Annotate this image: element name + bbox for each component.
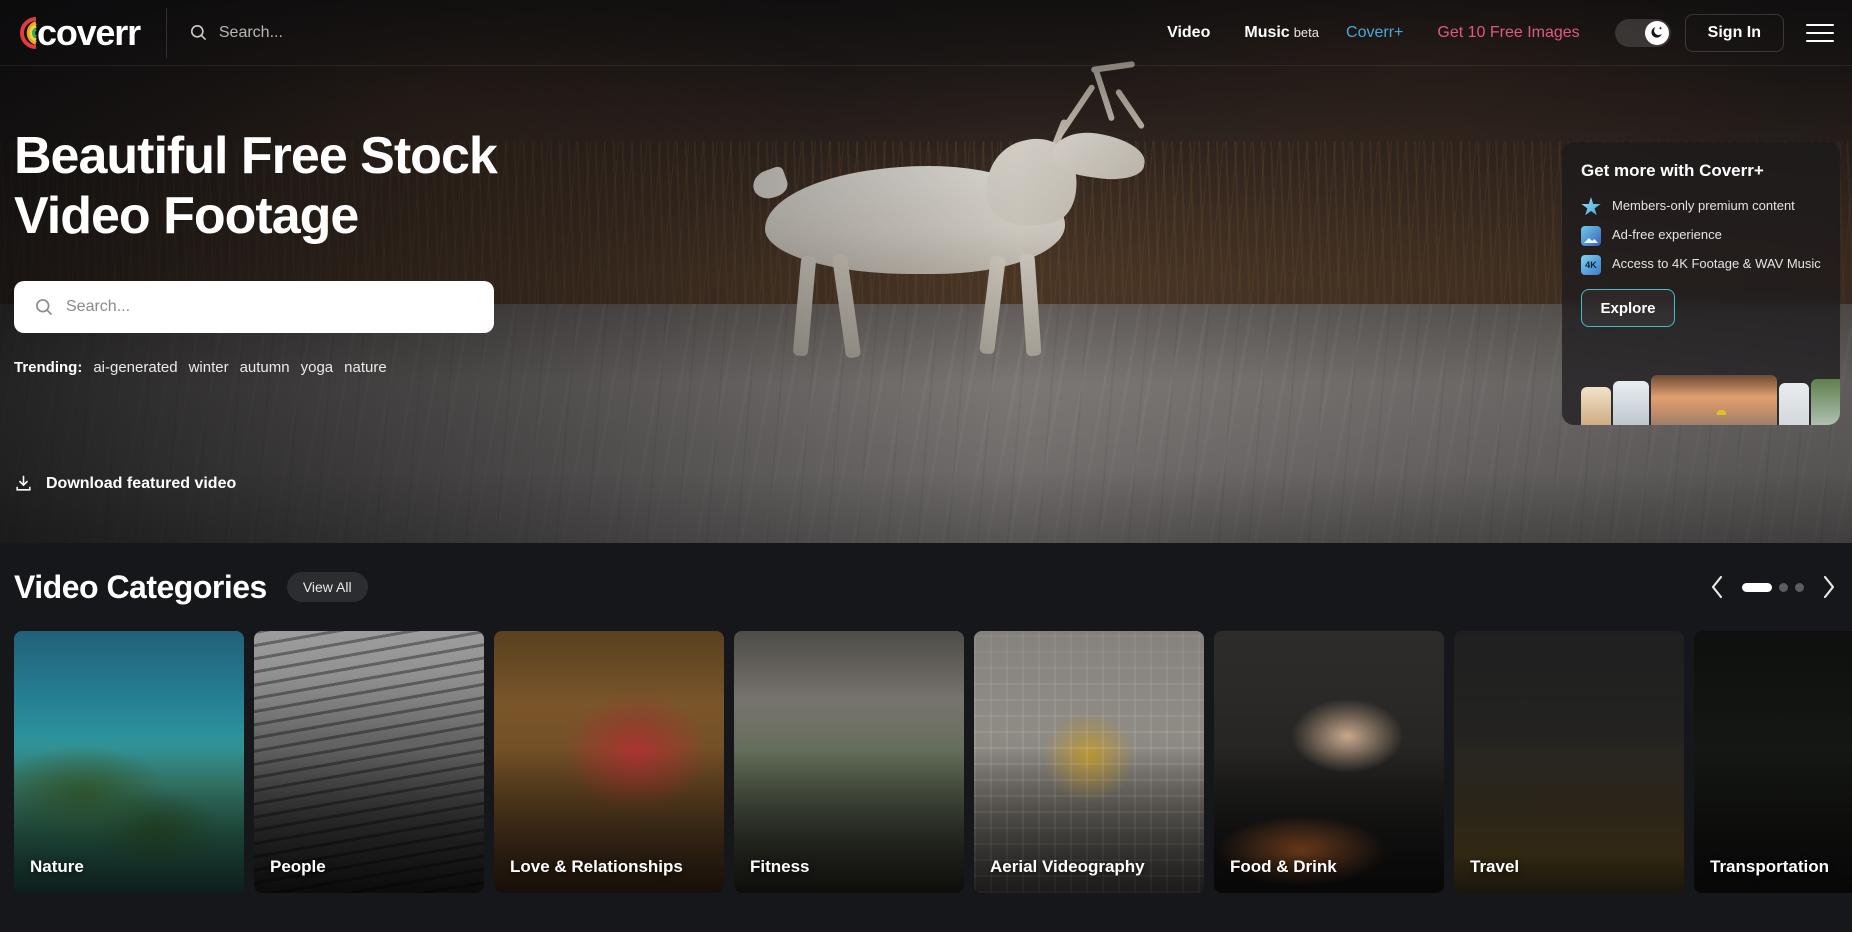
category-card-label: Aerial Videography [990,857,1145,876]
logo-wordmark: coverr [37,11,141,53]
view-all-button[interactable]: View All [286,572,368,602]
promo-thumbnail [1581,387,1611,425]
categories-header: Video Categories View All [14,543,1838,631]
nav-right-group: Video Music beta Coverr+ Get 10 Free Ima… [1150,13,1852,52]
coverr-plus-title: Get more with Coverr+ [1581,161,1764,180]
coverr-plus-feature-text: Ad-free experience [1612,227,1722,242]
coverr-plus-promo-panel: Get more with Coverr+ Members-only premi… [1562,142,1840,425]
category-card-label: Transportation [1710,857,1830,876]
hero-search-input[interactable]: Search... [14,280,494,333]
hero-section: coverr Search... Video Music beta Coverr… [0,0,1852,543]
hero-title-line-2: Video Footage [14,187,359,246]
nav-link-coverr-plus[interactable]: Coverr+ [1329,24,1420,42]
category-card-fitness[interactable]: Fitness [734,631,964,893]
nav-link-video[interactable]: Video [1150,24,1227,42]
card-gradient [1694,631,1852,893]
card-gradient [14,631,244,893]
category-card-food-drink[interactable]: Food & Drink [1214,631,1444,893]
ad-free-icon [1581,226,1601,246]
pagination-dot[interactable] [1779,582,1788,592]
trending-label: Trending: [14,358,83,376]
carousel-pagination [1742,582,1804,592]
category-card-list: Nature People Love & Relationships Fitne… [14,631,1852,893]
hero-content: Beautiful Free Stock Video Footage Searc… [14,126,534,376]
coverr-plus-thumbnail-strip [1581,375,1840,425]
trending-tag-ai-generated[interactable]: ai-generated [93,359,177,376]
category-card-label: Nature [30,857,84,876]
rainbow-arc-icon [14,16,40,50]
card-gradient [974,631,1204,893]
trending-row: Trending: ai-generated winter autumn yog… [14,359,534,376]
category-card-label: Food & Drink [1230,857,1337,876]
coverr-plus-feature: 4K Access to 4K Footage & WAV Music [1581,255,1821,275]
music-beta-badge: beta [1293,25,1320,40]
pagination-dot-active[interactable] [1742,582,1772,592]
moon-star-icon [1644,20,1669,45]
explore-button[interactable]: Explore [1581,289,1675,327]
category-card-label: Travel [1470,857,1520,876]
promo-thumbnail [1613,381,1649,425]
video-categories-section: Video Categories View All Nature People … [0,543,1852,932]
dark-mode-toggle[interactable] [1614,18,1671,47]
trending-tag-nature[interactable]: nature [344,359,387,376]
coverr-plus-feature-text: Members-only premium content [1612,198,1795,213]
page-bottom-spacer [14,893,1838,932]
card-gradient [734,631,964,893]
category-card-label: Love & Relationships [510,857,683,876]
coverr-logo[interactable]: coverr [14,11,141,53]
hero-title: Beautiful Free Stock Video Footage [14,126,534,247]
nav-link-free-images[interactable]: Get 10 Free Images [1420,24,1596,42]
premium-star-icon [1581,197,1601,216]
nav-search-placeholder: Search... [218,23,283,41]
search-icon [34,297,54,317]
trending-tag-autumn[interactable]: autumn [240,359,290,376]
chevron-right-icon[interactable] [1820,574,1838,600]
pagination-dot[interactable] [1795,582,1804,592]
top-navigation-bar: coverr Search... Video Music beta Coverr… [0,0,1852,66]
promo-thumbnail [1779,383,1809,425]
coverr-plus-feature: Members-only premium content [1581,197,1821,217]
download-featured-video-link[interactable]: Download featured video [14,474,236,493]
categories-title: Video Categories [14,568,267,605]
coverr-plus-feature-text: Access to 4K Footage & WAV Music [1612,256,1821,271]
category-card-label: Fitness [750,857,810,876]
nav-search-input[interactable]: Search... [165,7,514,58]
category-card-nature[interactable]: Nature [14,631,244,893]
download-featured-video-label: Download featured video [46,474,237,492]
trending-tag-winter[interactable]: winter [189,359,229,376]
promo-thumbnail [1811,379,1840,425]
search-icon [189,23,208,42]
carousel-controls [1708,574,1838,600]
category-card-love-relationships[interactable]: Love & Relationships [494,631,724,893]
card-gradient [1214,631,1444,893]
promo-thumbnail [1651,375,1777,425]
category-card-aerial-videography[interactable]: Aerial Videography [974,631,1204,893]
hero-title-line-1: Beautiful Free Stock [14,127,498,185]
category-card-travel[interactable]: Travel [1454,631,1684,893]
download-icon [14,474,33,493]
card-gradient [1454,631,1684,893]
category-card-people[interactable]: People [254,631,484,893]
chevron-left-icon[interactable] [1708,574,1726,600]
category-card-transportation[interactable]: Transportation [1694,631,1852,893]
card-gradient [494,631,724,893]
trending-tag-yoga[interactable]: yoga [301,359,334,376]
category-card-label: People [270,857,326,876]
hamburger-menu-icon[interactable] [1806,18,1834,48]
coverr-plus-feature: Ad-free experience [1581,226,1821,246]
card-gradient [254,631,484,893]
sign-in-button[interactable]: Sign In [1684,13,1784,52]
4k-badge-icon: 4K [1581,255,1601,275]
hero-search-placeholder: Search... [66,297,131,315]
